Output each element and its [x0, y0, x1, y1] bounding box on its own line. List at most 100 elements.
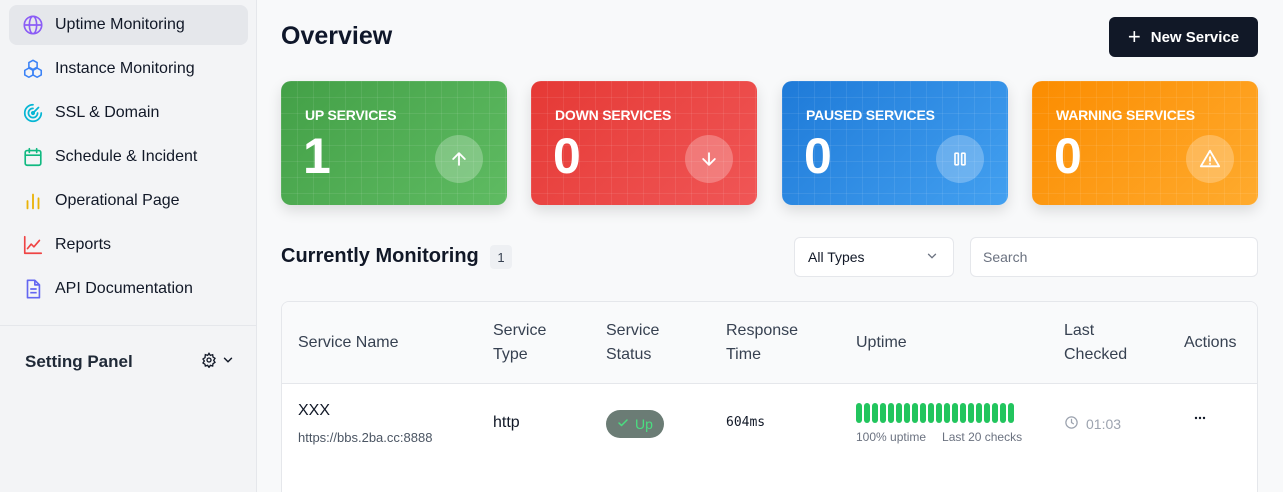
sidebar-item-label: Uptime Monitoring	[55, 16, 185, 33]
uptime-check-bar	[872, 403, 878, 423]
checks-label: Last 20 checks	[942, 430, 1023, 444]
sidebar-item-schedule-incident[interactable]: Schedule & Incident	[9, 137, 248, 177]
last-checked: 01:03	[1064, 415, 1121, 433]
stat-value: 0	[804, 128, 832, 184]
pause-icon	[936, 135, 984, 183]
calendar-icon	[22, 146, 44, 168]
uptime-check-bar	[992, 403, 998, 423]
sidebar-item-operational-page[interactable]: Operational Page	[9, 181, 248, 221]
service-type: http	[493, 414, 520, 431]
monitoring-count-badge: 1	[490, 245, 512, 269]
stat-card-paused: PAUSED SERVICES 0	[782, 81, 1008, 205]
search-input[interactable]	[970, 237, 1258, 277]
check-icon	[617, 416, 629, 432]
cubes-icon	[22, 58, 44, 80]
response-time: 604ms	[726, 415, 766, 430]
section-title: Currently Monitoring	[281, 245, 479, 267]
sidebar-item-label: Schedule & Incident	[55, 148, 198, 165]
setting-panel-toggle[interactable]	[201, 351, 235, 373]
arrow-up-icon	[435, 135, 483, 183]
uptime-check-bar	[856, 403, 862, 423]
bar-chart-icon	[22, 190, 44, 212]
column-header: Uptime	[856, 334, 907, 351]
setting-panel: Setting Panel	[25, 350, 235, 374]
type-filter-select[interactable]: All Types	[794, 237, 954, 277]
stat-label: PAUSED SERVICES	[806, 107, 935, 123]
line-chart-icon	[22, 234, 44, 256]
sidebar-item-instance-monitoring[interactable]: Instance Monitoring	[9, 49, 248, 89]
sidebar-item-label: Instance Monitoring	[55, 60, 195, 77]
type-filter-value: All Types	[808, 249, 865, 265]
uptime-check-bar	[904, 403, 910, 423]
uptime-check-bar	[888, 403, 894, 423]
status-badge: Up	[606, 410, 664, 438]
column-header: Response Time	[726, 322, 799, 363]
service-name[interactable]: XXX	[298, 402, 330, 420]
stat-value: 0	[1054, 128, 1082, 184]
chevron-down-icon	[925, 249, 939, 266]
plus-icon: +	[1127, 24, 1141, 49]
column-header: Service Name	[298, 334, 399, 351]
uptime-check-bar	[896, 403, 902, 423]
radar-icon	[22, 102, 44, 124]
page-title: Overview	[281, 22, 393, 50]
stat-label: DOWN SERVICES	[555, 107, 672, 123]
main-content: Overview + New Service UP SERVICES 1 DOW…	[257, 0, 1283, 492]
stat-value: 1	[303, 128, 331, 184]
uptime-check-bar	[976, 403, 982, 423]
stat-card-up: UP SERVICES 1	[281, 81, 507, 205]
uptime-check-bar	[928, 403, 934, 423]
uptime-check-bar	[952, 403, 958, 423]
row-actions-menu[interactable]	[1192, 410, 1208, 431]
uptime-check-bar	[968, 403, 974, 423]
column-header: Last Checked	[1064, 322, 1128, 363]
more-horizontal-icon	[1194, 416, 1206, 420]
sidebar-divider	[0, 325, 256, 326]
document-icon	[22, 278, 44, 300]
new-service-label: New Service	[1150, 28, 1240, 46]
sidebar-item-label: SSL & Domain	[55, 104, 160, 121]
sidebar-item-reports[interactable]: Reports	[9, 225, 248, 265]
uptime-labels: 100% uptime Last 20 checks	[856, 430, 1022, 444]
services-table: Service Name Service Type Service Status…	[281, 301, 1258, 492]
uptime-check-bar	[912, 403, 918, 423]
stat-card-down: DOWN SERVICES 0	[531, 81, 757, 205]
uptime-bars	[856, 403, 1014, 423]
column-header: Service Status	[606, 322, 660, 363]
uptime-check-bar	[1008, 403, 1014, 423]
sidebar-item-api-documentation[interactable]: API Documentation	[9, 269, 248, 309]
column-header: Service Type	[493, 322, 547, 363]
uptime-check-bar	[880, 403, 886, 423]
globe-icon	[22, 14, 44, 36]
new-service-button[interactable]: + New Service	[1109, 17, 1258, 57]
sidebar: Uptime Monitoring Instance Monitoring SS…	[0, 0, 257, 492]
uptime-check-bar	[984, 403, 990, 423]
warning-icon	[1186, 135, 1234, 183]
uptime-check-bar	[920, 403, 926, 423]
sidebar-item-uptime-monitoring[interactable]: Uptime Monitoring	[9, 5, 248, 45]
sidebar-item-ssl-domain[interactable]: SSL & Domain	[9, 93, 248, 133]
stat-label: WARNING SERVICES	[1056, 107, 1195, 123]
stat-label: UP SERVICES	[305, 107, 397, 123]
gear-icon	[201, 351, 217, 373]
setting-panel-label: Setting Panel	[25, 352, 133, 371]
chevron-down-icon	[221, 353, 235, 372]
column-header: Actions	[1184, 334, 1237, 351]
sidebar-item-label: API Documentation	[55, 280, 193, 297]
stat-value: 0	[553, 128, 581, 184]
uptime-check-bar	[936, 403, 942, 423]
service-url: https://bbs.2ba.cc:8888	[298, 430, 433, 445]
arrow-down-icon	[685, 135, 733, 183]
sidebar-item-label: Operational Page	[55, 192, 180, 209]
uptime-check-bar	[960, 403, 966, 423]
clock-icon	[1064, 415, 1079, 433]
last-checked-time: 01:03	[1086, 416, 1122, 432]
uptime-check-bar	[864, 403, 870, 423]
uptime-check-bar	[1000, 403, 1006, 423]
status-text: Up	[635, 416, 653, 432]
uptime-check-bar	[944, 403, 950, 423]
stat-card-warning: WARNING SERVICES 0	[1032, 81, 1258, 205]
table-header: Service Name Service Type Service Status…	[282, 302, 1257, 384]
uptime-percent: 100% uptime	[856, 430, 927, 444]
sidebar-item-label: Reports	[55, 236, 112, 253]
